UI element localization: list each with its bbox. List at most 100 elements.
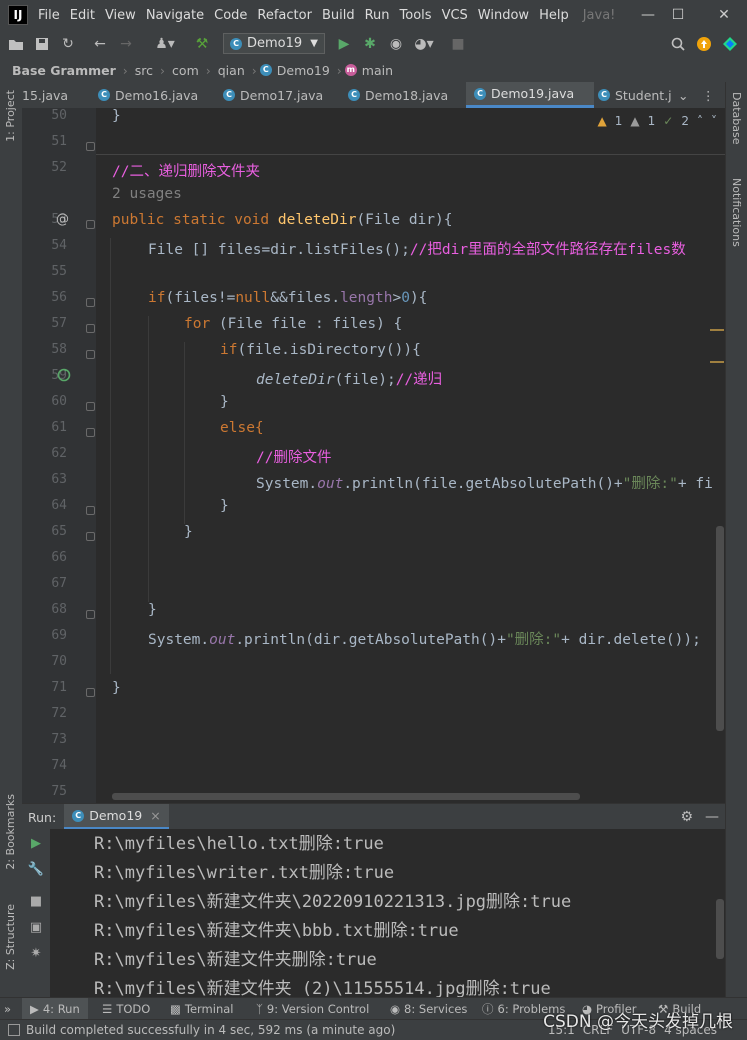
back-icon[interactable]: ←: [90, 34, 110, 54]
update-icon[interactable]: [694, 34, 714, 54]
sync-icon[interactable]: ↻: [58, 34, 78, 54]
menu-window[interactable]: Window: [478, 8, 529, 23]
breadcrumb-com[interactable]: com: [172, 63, 199, 78]
plugin-logo-icon[interactable]: [720, 34, 740, 54]
class-icon: C: [223, 89, 235, 101]
console-output[interactable]: R:\myfiles\hello.txt删除:true R:\myfiles\w…: [50, 829, 725, 997]
database-tool-button[interactable]: Database: [730, 92, 743, 145]
tool-tab-services[interactable]: ◉ 8: Services: [390, 998, 467, 1020]
tab-demo18[interactable]: C Demo18.java: [348, 82, 468, 108]
recursive-call-icon[interactable]: [57, 368, 71, 386]
bookmarks-tool-button[interactable]: 2: Bookmarks: [4, 794, 17, 870]
breadcrumb-qian[interactable]: qian: [218, 63, 245, 78]
build-hammer-icon[interactable]: ⚒: [192, 34, 212, 54]
chevron-up-icon[interactable]: ˄: [697, 114, 703, 128]
open-folder-icon[interactable]: [6, 34, 26, 54]
tab-demo19[interactable]: C Demo19.java: [466, 82, 594, 108]
vcs-user-icon[interactable]: ♟▾: [150, 34, 180, 54]
stop-icon[interactable]: ■: [26, 891, 46, 911]
run-tab-demo19[interactable]: C Demo19 ×: [64, 804, 169, 830]
breadcrumb-src[interactable]: src: [135, 63, 153, 78]
fold-marker-icon[interactable]: [86, 610, 95, 619]
forward-icon[interactable]: →: [116, 34, 136, 54]
usages-hint[interactable]: 2 usages: [112, 186, 182, 202]
run-icon[interactable]: ▶: [334, 34, 354, 54]
menu-run[interactable]: Run: [365, 8, 390, 23]
tool-tab-todo[interactable]: ☰ TODO: [102, 998, 150, 1020]
menu-build[interactable]: Build: [322, 8, 355, 23]
tool-tab-run[interactable]: ▶ 4: Run: [22, 998, 88, 1020]
tab-student[interactable]: C Student.j: [598, 82, 678, 108]
vertical-scrollbar[interactable]: [716, 526, 724, 731]
wrench-icon[interactable]: 🔧: [26, 859, 46, 879]
fold-marker-icon[interactable]: [86, 506, 95, 515]
warning-stripe[interactable]: [710, 329, 724, 331]
breadcrumb-project[interactable]: Base Grammer: [12, 63, 116, 78]
chevron-down-icon[interactable]: ˅: [711, 114, 717, 128]
console-line: R:\myfiles\新建文件夹删除:true: [94, 950, 377, 970]
class-icon: C: [259, 64, 272, 76]
fold-marker-icon[interactable]: [86, 428, 95, 437]
tool-tab-version-control[interactable]: ᛉ 9: Version Control: [256, 998, 369, 1020]
fold-marker-icon[interactable]: [86, 220, 95, 229]
code-editor[interactable]: ▲ 1 ▲ 1 ✓ 2 ˄ ˅ } //二、递归删除文件夹 2 usages p…: [96, 108, 725, 803]
override-at-icon[interactable]: @: [56, 212, 69, 227]
project-tool-button[interactable]: 1: Project: [4, 90, 17, 142]
editor-gutter: 50 51 52 53 54 55 56 57 58 59 60 61 62 6…: [22, 108, 96, 803]
menu-help[interactable]: Help: [539, 8, 569, 23]
menu-edit[interactable]: Edit: [70, 8, 95, 23]
tab-demo16[interactable]: C Demo16.java: [98, 82, 218, 108]
expand-icon[interactable]: »: [4, 998, 11, 1020]
coverage-icon[interactable]: ◉: [386, 34, 406, 54]
menu-file[interactable]: File: [38, 8, 60, 23]
inspection-widget[interactable]: ▲ 1 ▲ 1 ✓ 2 ˄ ˅: [598, 114, 717, 128]
run-small-icon: ▶: [30, 1002, 39, 1016]
menu-view[interactable]: View: [105, 8, 136, 23]
warning-icon: ▲: [597, 114, 607, 128]
close-icon[interactable]: ✕: [704, 0, 744, 30]
camera-icon[interactable]: ▣: [26, 917, 46, 937]
stop-icon[interactable]: ■: [448, 34, 468, 54]
save-icon[interactable]: [32, 34, 52, 54]
code-line-71: }: [112, 680, 121, 696]
close-tab-icon[interactable]: ×: [150, 808, 160, 823]
tab-overflow-chevron-icon[interactable]: ⌄: [678, 82, 698, 108]
gear-icon[interactable]: ⚙: [680, 809, 693, 825]
notifications-tool-button[interactable]: Notifications: [730, 178, 743, 247]
fold-marker-icon[interactable]: [86, 298, 95, 307]
fold-marker-icon[interactable]: [86, 324, 95, 333]
console-scrollbar[interactable]: [716, 899, 724, 959]
run-configuration-select[interactable]: C Demo19 ▼: [223, 33, 325, 54]
code-line-60: }: [220, 394, 229, 410]
warning-stripe[interactable]: [710, 361, 724, 363]
fold-marker-icon[interactable]: [86, 350, 95, 359]
fold-marker-icon[interactable]: [86, 688, 95, 697]
status-toggle-icon[interactable]: [8, 1024, 20, 1036]
code-line-58: if(file.isDirectory()){: [220, 342, 421, 358]
tab-menu-icon[interactable]: ⋮: [702, 82, 722, 108]
tab-demo17[interactable]: C Demo17.java: [223, 82, 343, 108]
fold-marker-icon[interactable]: [86, 142, 95, 151]
horizontal-scrollbar[interactable]: [112, 793, 580, 800]
tab-15-java[interactable]: 15.java: [22, 82, 92, 108]
fold-marker-icon[interactable]: [86, 402, 95, 411]
debug-icon[interactable]: ✱: [360, 34, 380, 54]
hide-panel-icon[interactable]: —: [705, 809, 719, 825]
status-message[interactable]: Build completed successfully in 4 sec, 5…: [26, 1023, 395, 1037]
maximize-icon[interactable]: ☐: [658, 0, 698, 30]
settings-icon[interactable]: ✷: [26, 943, 46, 963]
tool-tab-terminal[interactable]: ▩ Terminal: [170, 998, 233, 1020]
console-line: R:\myfiles\新建文件夹 (2)\11555514.jpg删除:true: [94, 979, 551, 997]
profile-icon[interactable]: ◕▾: [410, 34, 438, 54]
breadcrumb-main[interactable]: main: [362, 63, 393, 78]
rerun-icon[interactable]: ▶: [26, 833, 46, 853]
menu-code[interactable]: Code: [214, 8, 247, 23]
menu-tools[interactable]: Tools: [400, 8, 432, 23]
structure-tool-button[interactable]: Z: Structure: [4, 904, 17, 970]
menu-vcs[interactable]: VCS: [442, 8, 468, 23]
menu-navigate[interactable]: Navigate: [146, 8, 204, 23]
breadcrumb-demo19[interactable]: Demo19: [277, 63, 330, 78]
search-icon[interactable]: [668, 34, 688, 54]
menu-refactor[interactable]: Refactor: [257, 8, 312, 23]
fold-marker-icon[interactable]: [86, 532, 95, 541]
